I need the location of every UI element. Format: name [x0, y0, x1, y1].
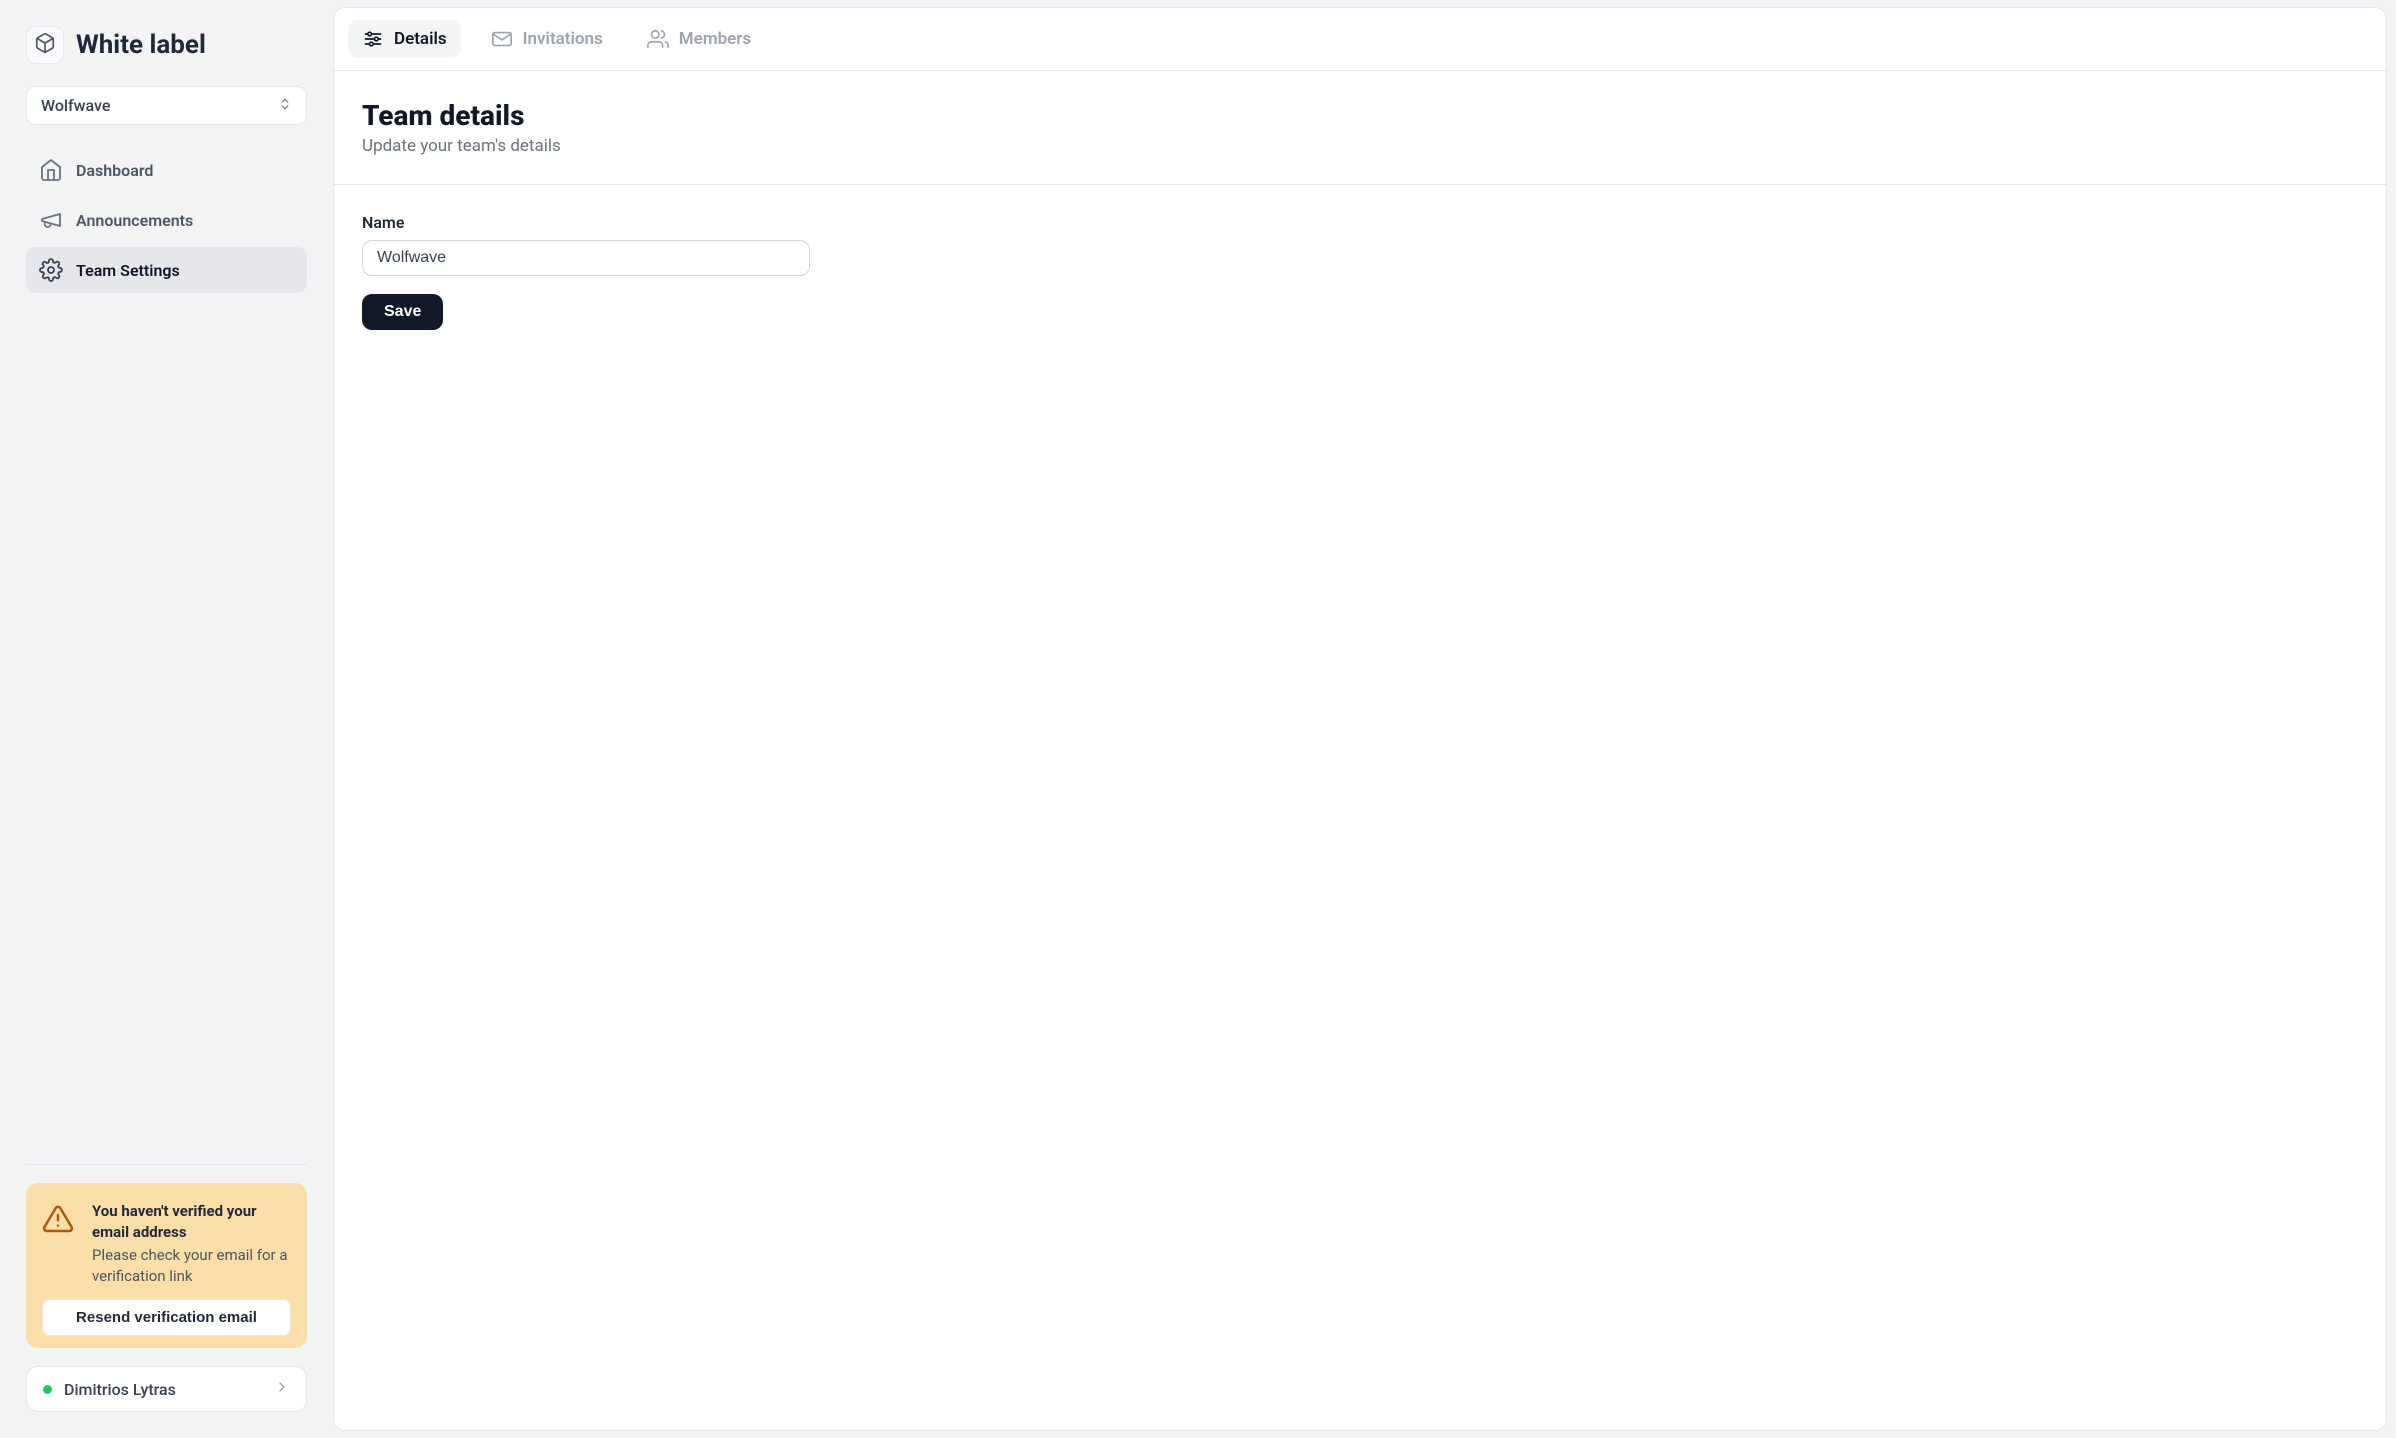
tab-invitations[interactable]: Invitations [477, 20, 617, 58]
sidebar-nav: Dashboard Announcements [26, 147, 307, 293]
sidebar-item-label: Dashboard [76, 161, 153, 180]
name-label: Name [362, 213, 2358, 232]
team-name-input[interactable] [362, 240, 810, 276]
resend-verification-button[interactable]: Resend verification email [42, 1299, 291, 1336]
brand-logo [26, 26, 64, 64]
user-name: Dimitrios Lytras [64, 1380, 262, 1399]
tab-label: Invitations [523, 29, 603, 49]
chevron-right-icon [274, 1379, 290, 1399]
online-status-dot [43, 1385, 52, 1394]
alert-text: Please check your email for a verificati… [92, 1245, 291, 1287]
gear-icon [38, 257, 64, 283]
warning-triangle-icon [42, 1203, 76, 1237]
sliders-icon [362, 28, 384, 50]
megaphone-icon [38, 207, 64, 233]
alert-heading: You haven't verified your email address [92, 1201, 291, 1243]
sidebar-item-label: Announcements [76, 211, 193, 230]
content-panel: Details Invitations [333, 7, 2387, 1431]
tab-members[interactable]: Members [633, 20, 765, 58]
sidebar-item-announcements[interactable]: Announcements [26, 197, 307, 243]
main: Details Invitations [333, 0, 2396, 1438]
sidebar-item-dashboard[interactable]: Dashboard [26, 147, 307, 193]
users-icon [647, 28, 669, 50]
team-selector[interactable]: Wolfwave [26, 86, 307, 125]
sidebar-divider [26, 1164, 307, 1165]
updown-chevron-icon [278, 97, 292, 115]
tab-details[interactable]: Details [348, 20, 461, 58]
tab-label: Members [679, 29, 751, 49]
home-icon [38, 157, 64, 183]
save-button[interactable]: Save [362, 294, 443, 330]
tab-bar: Details Invitations [334, 8, 2386, 71]
sidebar-item-label: Team Settings [76, 261, 180, 280]
brand-title: White label [76, 30, 206, 60]
page-title: Team details [362, 99, 2358, 132]
tab-label: Details [394, 29, 447, 49]
envelope-icon [491, 28, 513, 50]
content: Team details Update your team's details … [334, 71, 2386, 358]
user-menu[interactable]: Dimitrios Lytras [26, 1366, 307, 1412]
section-divider [334, 184, 2386, 185]
verify-email-alert: You haven't verified your email address … [26, 1183, 307, 1348]
page-subtitle: Update your team's details [362, 136, 2358, 156]
sidebar-item-team-settings[interactable]: Team Settings [26, 247, 307, 293]
sidebar: White label Wolfwave Dashboard [0, 0, 333, 1438]
team-selector-label: Wolfwave [41, 96, 110, 115]
brand-row: White label [26, 26, 307, 64]
cube-icon [34, 32, 56, 58]
